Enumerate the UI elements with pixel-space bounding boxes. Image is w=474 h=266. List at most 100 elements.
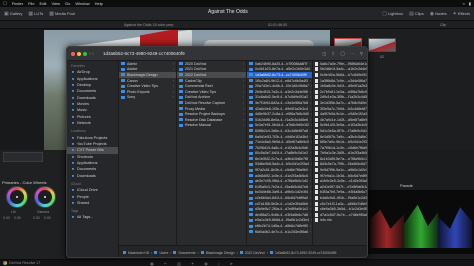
- finder-column-3[interactable]: 0ab24b90-8a20-4...b7f0086a8f7f › 0c4b1b23-…: [247, 61, 313, 245]
- cut-page-icon[interactable]: ✂: [164, 261, 167, 266]
- lift-value-2[interactable]: 0.00: [14, 216, 21, 220]
- folder-row[interactable]: 6a9d1e53-7f2b-4...c9d0e1f2a3b4 ›: [247, 134, 312, 140]
- folder-row[interactable]: 71e4c8a0-9b5d-4...d5e6f7a8b9c0›: [247, 139, 312, 145]
- file-row[interactable]: c6e9a3b5-3b5d-...b1c2d3e4f5a6.djv: [313, 206, 367, 212]
- gamma-value-2[interactable]: 0.00: [44, 216, 51, 220]
- deliver-page-icon[interactable]: ➤: [230, 261, 233, 266]
- search-icon[interactable]: ⚲: [360, 51, 363, 57]
- folder-row[interactable]: 8e1b9f42-2c7a-4...a3b4c5d6e7f8 ›: [247, 156, 312, 162]
- gallery-still[interactable]: [3, 152, 43, 162]
- gallery-button[interactable]: ▣ Gallery: [4, 11, 22, 17]
- folder-row[interactable]: cd7a1f58-5b3e-4...c1d2e3f4a5b6 ›: [247, 201, 312, 207]
- more-icon[interactable]: ⋯: [350, 51, 355, 57]
- file-row[interactable]: info.nfo: [313, 218, 367, 224]
- finder-column-1[interactable]: Admin › Adobe › Blackmagic Design › Canon › Crea…: [119, 61, 177, 245]
- file-row[interactable]: 8d3c5e7a-7f9b-...f3a4b5c6d7e8.djv: [313, 162, 367, 168]
- apple-icon[interactable]: : [3, 1, 7, 7]
- file-row[interactable]: 9e5d7f9b-9a1c-...a9b0c1d2e3f4.djv: [313, 167, 367, 173]
- path-segment[interactable]: Macintosh HD: [128, 251, 149, 255]
- file-row[interactable]: 4b7a9c1e-1d3f-...d5e6f7a8b9c0.djv: [313, 117, 367, 123]
- effects-button[interactable]: ✦ Effects: [453, 11, 470, 17]
- folder-row[interactable]: 0c4b1b23-8e7a-4...a5e2c1b0e3d4›: [247, 67, 312, 73]
- back-forward-icon[interactable]: ‹ ›: [89, 51, 94, 57]
- luts-button[interactable]: ▦ LUTs: [28, 11, 43, 17]
- folder-row[interactable]: ef8c2b74-1d5a-4...a5b6c7d8e9f0 ›: [247, 223, 312, 229]
- file-row[interactable]: 2d9c1e3a-3f5b-...f1a2b3c4d5e6.djv: [313, 95, 367, 101]
- folder-row[interactable]: 7b2f6d19-4a8c-4...e1f2a3b4c5d6 ›: [247, 145, 312, 151]
- file-row[interactable]: b3f3a7b9-7e9a-...e3f4a5b6c7d8.djv: [313, 190, 367, 196]
- menu-finder[interactable]: Finder: [12, 1, 23, 6]
- gamma-wheel[interactable]: [34, 186, 56, 208]
- menu-go[interactable]: Go: [65, 1, 70, 6]
- menu-file[interactable]: File: [28, 1, 34, 6]
- path-segment[interactable]: Users: [159, 251, 168, 255]
- share-icon[interactable]: ⇧: [331, 51, 335, 57]
- file-row[interactable]: 1b5a8c0e-9d1f-...d9e0f1a2b3c4.djv: [313, 83, 367, 89]
- folder-row[interactable]: a4b8d0f2-1c5e-4...d1e2f3a4b5c6 ›: [247, 173, 312, 179]
- wifi-icon[interactable]: ≈: [463, 1, 465, 6]
- finder-titlebar[interactable]: ‹ › 1d3a6b52-8c73-4990-9249-cc7400640f9 …: [67, 47, 367, 61]
- file-row[interactable]: a1b9c3e5-3c5e-...c1d2e3f4a5b6.djv: [313, 178, 367, 184]
- folder-row[interactable]: 31c8a6d2-5e4f-4...b7c8d9e0f1a2 ›: [247, 95, 312, 101]
- path-segment[interactable]: 2022 DaVinci: [245, 251, 265, 255]
- scope-mode-label[interactable]: Parade: [400, 183, 413, 188]
- folder-row[interactable]: 5c3a7e91-0b4d-4...a7b8c9d0e1f2›: [247, 123, 312, 129]
- file-row[interactable]: d7a1c5d7-5c7e-...c7d8e9f0a1b2.djv: [313, 212, 367, 218]
- lift-value-1[interactable]: 0.00: [3, 216, 10, 220]
- menu-edit[interactable]: Edit: [40, 1, 47, 6]
- folder-row[interactable]: 60f8b2c4-3d6e-4...b3c4d5e6f7a8 ›: [247, 128, 312, 134]
- folder-row[interactable]: 4d5e9b37-2c8a-4...e5f6a7b8c9d0›: [247, 111, 312, 117]
- fairlight-page-icon[interactable]: ♪: [218, 261, 220, 266]
- file-row[interactable]: 5d1c3e5a-5f7b-...f7a8b9c0d1e2.djv: [313, 128, 367, 134]
- clips-button[interactable]: ▤ Clips: [409, 11, 424, 17]
- sidebar-item[interactable]: ■ All Tags...: [67, 214, 118, 220]
- finder-column-2[interactable]: 2020 DaVinci › 2021 DaVinci › 2022 DaVinci › C…: [177, 61, 247, 245]
- color-page-icon[interactable]: ◉: [204, 261, 208, 266]
- menu-view[interactable]: View: [51, 1, 60, 6]
- close-icon[interactable]: [71, 52, 75, 56]
- folder-row[interactable]: bc0d4e86-3a9f-4...a9b0c1d2e3f4 ›: [247, 190, 312, 196]
- clip-thumbnail-2[interactable]: [368, 38, 396, 52]
- folder-row[interactable]: e5a1c3e9-6b8d-4...f9a0b1c2d3e4›: [247, 218, 312, 224]
- file-row[interactable]: 0c9e4f2a-5b6d-...b7c8d9e0f1a2.djv: [313, 72, 367, 78]
- folder-row[interactable]: 0ab24b90-8a20-4...b7f0086a8f7f ›: [247, 61, 312, 67]
- file-row[interactable]: 4a5f7b9d-9c1e-...c9d0e1f2a3b4.djv: [313, 111, 367, 117]
- battery-icon[interactable]: ▮: [469, 1, 471, 6]
- folder-row[interactable]: c2e6b0a4-8d1f-4...b5c6d7e8f9a0 ›: [247, 195, 312, 201]
- file-row[interactable]: 8c1b3d5f-5e7a-...e7f8a9b0c1d2.djv: [313, 156, 367, 162]
- folder-row[interactable]: Sony ›: [119, 95, 176, 101]
- file-row[interactable]: 1a3f6b8d-7c9e-...c3d4e5f6a7b8.djv: [313, 78, 367, 84]
- folder-row[interactable]: 2b9e4f15-7a3c-4...a1b2c3d4e5f6 ›: [247, 89, 312, 95]
- file-row[interactable]: 6f5e7a9c-9b1d-...b9c0d1e2f3a4.djv: [313, 139, 367, 145]
- file-row[interactable]: 7a7f9b1d-1c3e-...c5d6e7f8a9b0.djv: [313, 145, 367, 151]
- file-row[interactable]: b4a5c9d1-9f1b-...f9a0b1c2d3e4.djv: [313, 195, 367, 201]
- folder-row[interactable]: 1d3a6b52-8c73-4...cc7400640f9 ›: [247, 72, 312, 78]
- file-row[interactable]: 5c9b1d3f-3e5a-...e1f2a3b4c5d6.djv: [313, 123, 367, 129]
- lift-wheel[interactable]: [6, 186, 28, 208]
- folder-row[interactable]: 20a7d3e1-4c6b-4...f2e1d0c9b8a7›: [247, 83, 312, 89]
- file-row[interactable]: 3f3e5a7c-7b9d-...b3c4d5e6f7a8.djv: [313, 106, 367, 112]
- folder-row[interactable]: Resolve Manual ›: [177, 123, 246, 129]
- view-columns-icon[interactable]: ◫: [322, 51, 326, 57]
- gamma-value-1[interactable]: 0.00: [33, 216, 40, 220]
- path-segment[interactable]: Blackmagic Design: [206, 251, 235, 255]
- gamma-wheel-handle[interactable]: [44, 196, 46, 198]
- folder-row[interactable]: 51b2d4f6-8e0a-4...f1a2b3c4d5e6 ›: [247, 117, 312, 123]
- file-row[interactable]: c5c7e1f3-1a3c-...a5b6c7d8e9f0.djv: [313, 201, 367, 207]
- file-row[interactable]: 6e3d5f7b-7a9c-...a3b4c5d6e7f8.djv: [313, 134, 367, 140]
- file-row[interactable]: 9f7e9a1c-1b3d-...b5c6d7e8f9a0.djv: [313, 173, 367, 179]
- folder-row[interactable]: 93d6e0b8-5a4c-4...b9c0d1e2f3a4›: [247, 162, 312, 168]
- file-row[interactable]: 2c7b9d1f-1e3a-...e5f6a7b8c9d0.djv: [313, 89, 367, 95]
- file-row[interactable]: 0a6c7a0e-7f9e-...f98f6a04e1d3.djv: [313, 61, 367, 67]
- folder-row[interactable]: ab3e7c95-0f6d-4...e7f8a9b0c1d2 ›: [247, 178, 312, 184]
- file-row[interactable]: a2d1e5f7-5d7f-...d7e8f9a0b1c2.djv: [313, 184, 367, 190]
- folder-row[interactable]: f6d0a4b2-4e7c-4...b1c2d3e4f5a6 ›: [247, 229, 312, 235]
- file-row[interactable]: 7b9a1c3e-3d5f-...d1e2f3a4b5c6.djv: [313, 151, 367, 157]
- minimize-icon[interactable]: [77, 52, 81, 56]
- menu-window[interactable]: Window: [75, 1, 89, 6]
- folder-row[interactable]: 3e7f1b94-6d2a-4...c3d4e5f6a7b8 ›: [247, 100, 312, 106]
- finder-column-4[interactable]: 0a6c7a0e-7f9e-...f98f6a04e1d3.djv0b2d8e1…: [313, 61, 367, 245]
- nodes-button[interactable]: ◉ Nodes: [430, 11, 447, 17]
- file-row[interactable]: 0b2d8e1f-3a4c-...a1b2c3d4e5f6.djv: [313, 67, 367, 73]
- edit-page-icon[interactable]: ▤: [177, 261, 181, 266]
